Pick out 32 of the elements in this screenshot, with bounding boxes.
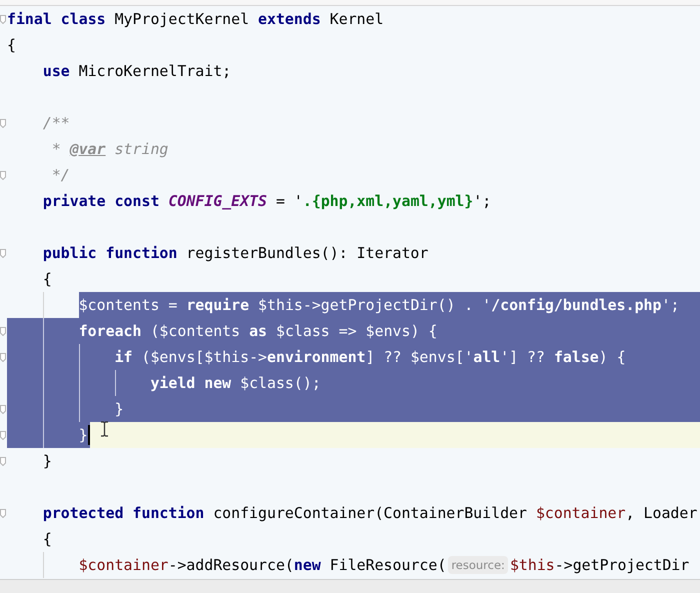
text-cursor-icon bbox=[100, 421, 109, 437]
fold-marker-icon[interactable] bbox=[0, 170, 6, 180]
fold-marker-icon[interactable] bbox=[0, 508, 6, 518]
code-line: { bbox=[7, 35, 16, 56]
fold-marker-icon[interactable] bbox=[0, 326, 6, 336]
code-line: use MicroKernelTrait; bbox=[42, 61, 232, 82]
code-line: if ($envs[$this->environment] ?? $envs['all'] ?? false) { bbox=[114, 347, 626, 368]
code-line: final class MyProjectKernel extends Kernel bbox=[7, 9, 384, 30]
code-line: /** bbox=[42, 113, 70, 134]
code-line: $contents = require $this->getProjectDir() . '/config/bundles.php'; bbox=[78, 295, 680, 316]
code-line: { bbox=[42, 269, 52, 290]
code-line: public function registerBundles(): Iterator bbox=[42, 243, 428, 264]
code-line: { bbox=[42, 529, 52, 550]
code-line: foreach ($contents as $class => $envs) { bbox=[78, 321, 438, 342]
fold-marker-icon[interactable] bbox=[0, 430, 6, 440]
parameter-hint: resource: bbox=[448, 556, 508, 574]
code-line: protected function configureContainer(ContainerBuilder $container, Loader bbox=[42, 503, 698, 524]
code-line: $container->addResource(new FileResource( bbox=[78, 555, 446, 576]
fold-marker-icon[interactable] bbox=[0, 456, 6, 466]
fold-marker-icon[interactable] bbox=[0, 248, 6, 258]
code-line: $this->getProjectDir bbox=[510, 555, 690, 576]
fold-marker-icon[interactable] bbox=[0, 404, 6, 414]
fold-marker-icon[interactable] bbox=[0, 352, 6, 362]
code-line: } bbox=[114, 399, 124, 420]
code-line: yield new $class(); bbox=[150, 373, 321, 394]
code-line: } bbox=[42, 451, 52, 472]
code-line: */ bbox=[52, 165, 70, 186]
code-line: private const CONFIG_EXTS = '.{php,xml,yaml,yml}'; bbox=[42, 191, 492, 212]
fold-marker-icon[interactable] bbox=[0, 14, 6, 24]
fold-marker-icon[interactable] bbox=[0, 118, 6, 128]
code-line: } bbox=[78, 425, 88, 446]
code-line: * @var string bbox=[52, 139, 168, 160]
